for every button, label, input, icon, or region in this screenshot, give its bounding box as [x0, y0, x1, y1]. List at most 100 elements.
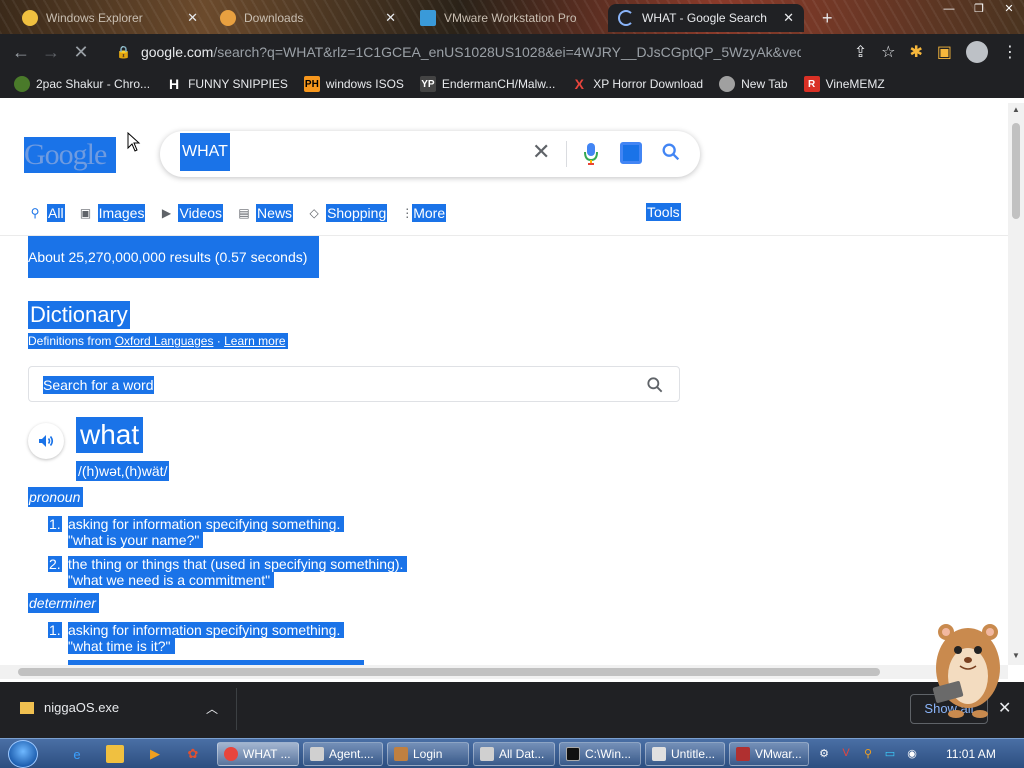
clear-icon[interactable]: ✕ [532, 139, 550, 165]
search-tray-icon[interactable]: ⚲ [860, 745, 876, 761]
download-filename: niggaOS.exe [44, 700, 120, 715]
close-icon[interactable]: ✕ [187, 10, 198, 26]
taskbar-label: C:\Win... [585, 747, 632, 761]
definition-number: 1. [48, 516, 62, 532]
tab-vmware[interactable]: VMware Workstation Pro [410, 4, 606, 32]
internet-explorer-icon[interactable]: e [68, 745, 86, 763]
tab-news[interactable]: ▤ News [237, 204, 294, 222]
horizontal-scrollbar[interactable] [0, 665, 1008, 679]
close-icon[interactable]: ✕ [385, 10, 396, 26]
new-tab-button[interactable]: + [812, 4, 842, 32]
tab-label: Images [97, 204, 146, 222]
taskbar-button-all-data[interactable]: All Dat... [473, 742, 555, 766]
windows-taskbar: e ▶ ✿ WHAT ... Agent.... Login All Dat..… [0, 738, 1024, 768]
tab-downloads[interactable]: Downloads ✕ [210, 4, 406, 32]
definition-example: "what is your name?" [68, 532, 204, 548]
bookmark-funny-snippies[interactable]: H FUNNY SNIPPIES [166, 76, 288, 92]
download-item[interactable]: niggaOS.exe [20, 700, 119, 715]
hamster-desktop-pet[interactable] [928, 610, 1008, 722]
scroll-up-icon[interactable]: ▲ [1012, 105, 1020, 114]
oxford-link[interactable]: Oxford Languages [115, 334, 214, 348]
tab-label: News [256, 204, 294, 222]
chevron-up-icon[interactable]: ︿ [206, 700, 218, 717]
microphone-icon[interactable] [584, 141, 598, 167]
app-icon[interactable]: ✿ [184, 745, 202, 763]
definition-text: asking for information specifying someth… [68, 622, 345, 638]
headword: what [76, 417, 144, 453]
scroll-thumb[interactable] [18, 668, 880, 676]
star-icon[interactable]: ☆ [881, 42, 895, 62]
taskbar-button-login[interactable]: Login [387, 742, 469, 766]
toolbar-icons: ⇪ ☆ ✱ ▣ ⋮ [854, 34, 1018, 70]
vmware-icon [420, 10, 436, 26]
tab-shopping[interactable]: ◇ Shopping [307, 204, 388, 222]
window-controls: — ❐ ✕ [934, 0, 1024, 18]
v-tray-icon[interactable]: V [838, 745, 854, 761]
user-icon [394, 747, 408, 761]
folder-icon[interactable] [106, 745, 124, 763]
google-logo[interactable]: Google [24, 137, 116, 173]
taskbar-button-chrome[interactable]: WHAT ... [217, 742, 299, 766]
word-search-field[interactable]: Search for a word [28, 366, 680, 402]
speaker-button[interactable] [28, 423, 64, 459]
volume-tray-icon[interactable]: ◉ [904, 745, 920, 761]
settings-tray-icon[interactable]: ⚙ [816, 745, 832, 761]
tab-google-search[interactable]: WHAT - Google Search ✕ [608, 4, 804, 32]
bookmark-new-tab[interactable]: New Tab [719, 76, 788, 92]
search-icon[interactable] [645, 375, 665, 395]
part-of-speech: determiner [28, 593, 99, 613]
tab-label: Shopping [326, 204, 388, 222]
url-text: google.com/search?q=WHAT&rlz=1C1GCEA_enU… [140, 44, 801, 60]
close-icon[interactable]: ✕ [783, 10, 794, 26]
search-query[interactable]: WHAT [180, 133, 230, 171]
minimize-icon[interactable]: — [934, 0, 964, 18]
close-window-icon[interactable]: ✕ [994, 0, 1024, 18]
share-icon[interactable]: ⇪ [854, 42, 867, 62]
bookmark-2pac[interactable]: 2pac Shakur - Chro... [14, 76, 150, 92]
tab-label: All [47, 204, 65, 222]
search-box[interactable]: WHAT ✕ [160, 131, 700, 177]
clock[interactable]: 11:01 AM [946, 747, 996, 761]
loading-icon [618, 10, 634, 26]
taskbar-button-notepad[interactable]: Untitle... [645, 742, 725, 766]
definition-text: the thing or things that (used in specif… [68, 556, 408, 572]
address-bar[interactable]: 🔒 google.com/search?q=WHAT&rlz=1C1GCEA_e… [108, 38, 848, 66]
bookmark-windows-isos[interactable]: PH windows ISOS [303, 76, 404, 92]
dictionary-source: Definitions from Oxford Languages · Lear… [28, 333, 288, 349]
definition-example: "what time is it?" [68, 638, 175, 654]
taskbar-button-agent[interactable]: Agent.... [303, 742, 383, 766]
search-icon[interactable] [660, 141, 682, 163]
extension-puzzle-icon[interactable]: ✱ [909, 42, 922, 62]
learn-more-link[interactable]: Learn more [224, 334, 285, 348]
tab-more[interactable]: ⋮ More [401, 204, 447, 222]
tab-all[interactable]: ⚲ All [28, 204, 65, 222]
taskbar-button-vmware[interactable]: VMwar... [729, 742, 809, 766]
scroll-thumb[interactable] [1012, 123, 1020, 219]
tab-images[interactable]: ▣ Images [79, 204, 146, 222]
kebab-menu-icon[interactable]: ⋮ [1002, 42, 1018, 62]
sidepanel-icon[interactable]: ▣ [937, 42, 952, 62]
tab-videos[interactable]: ▶ Videos [159, 204, 224, 222]
taskbar-button-cmd[interactable]: C:\Win... [559, 742, 641, 766]
stop-loading-icon[interactable]: ✕ [66, 37, 96, 67]
forward-arrow-icon[interactable]: → [36, 37, 66, 67]
bookmark-vinememz[interactable]: R VineMEMZ [803, 76, 885, 92]
network-tray-icon[interactable]: ▭ [882, 745, 898, 761]
bookmark-label: windows ISOS [325, 77, 404, 91]
camera-lens-icon[interactable] [620, 142, 642, 164]
notepad-icon [652, 747, 666, 761]
maximize-icon[interactable]: ❐ [964, 0, 994, 18]
tab-windows-explorer[interactable]: Windows Explorer ✕ [12, 4, 208, 32]
search-small-icon: ⚲ [30, 206, 40, 220]
scroll-down-icon[interactable]: ▼ [1012, 651, 1020, 660]
profile-avatar-icon[interactable] [966, 41, 988, 63]
vertical-scrollbar[interactable]: ▲ ▼ [1008, 103, 1024, 665]
back-arrow-icon[interactable]: ← [6, 37, 36, 67]
bookmark-label: VineMEMZ [825, 77, 885, 91]
bookmark-endermanch[interactable]: YP EndermanCH/Malw... [419, 76, 555, 92]
bookmark-xp-horror[interactable]: X XP Horror Download [571, 76, 704, 92]
tools-button[interactable]: Tools [646, 203, 681, 221]
start-button[interactable] [8, 740, 38, 768]
media-player-icon[interactable]: ▶ [146, 745, 164, 763]
taskbar-label: Login [413, 747, 443, 761]
